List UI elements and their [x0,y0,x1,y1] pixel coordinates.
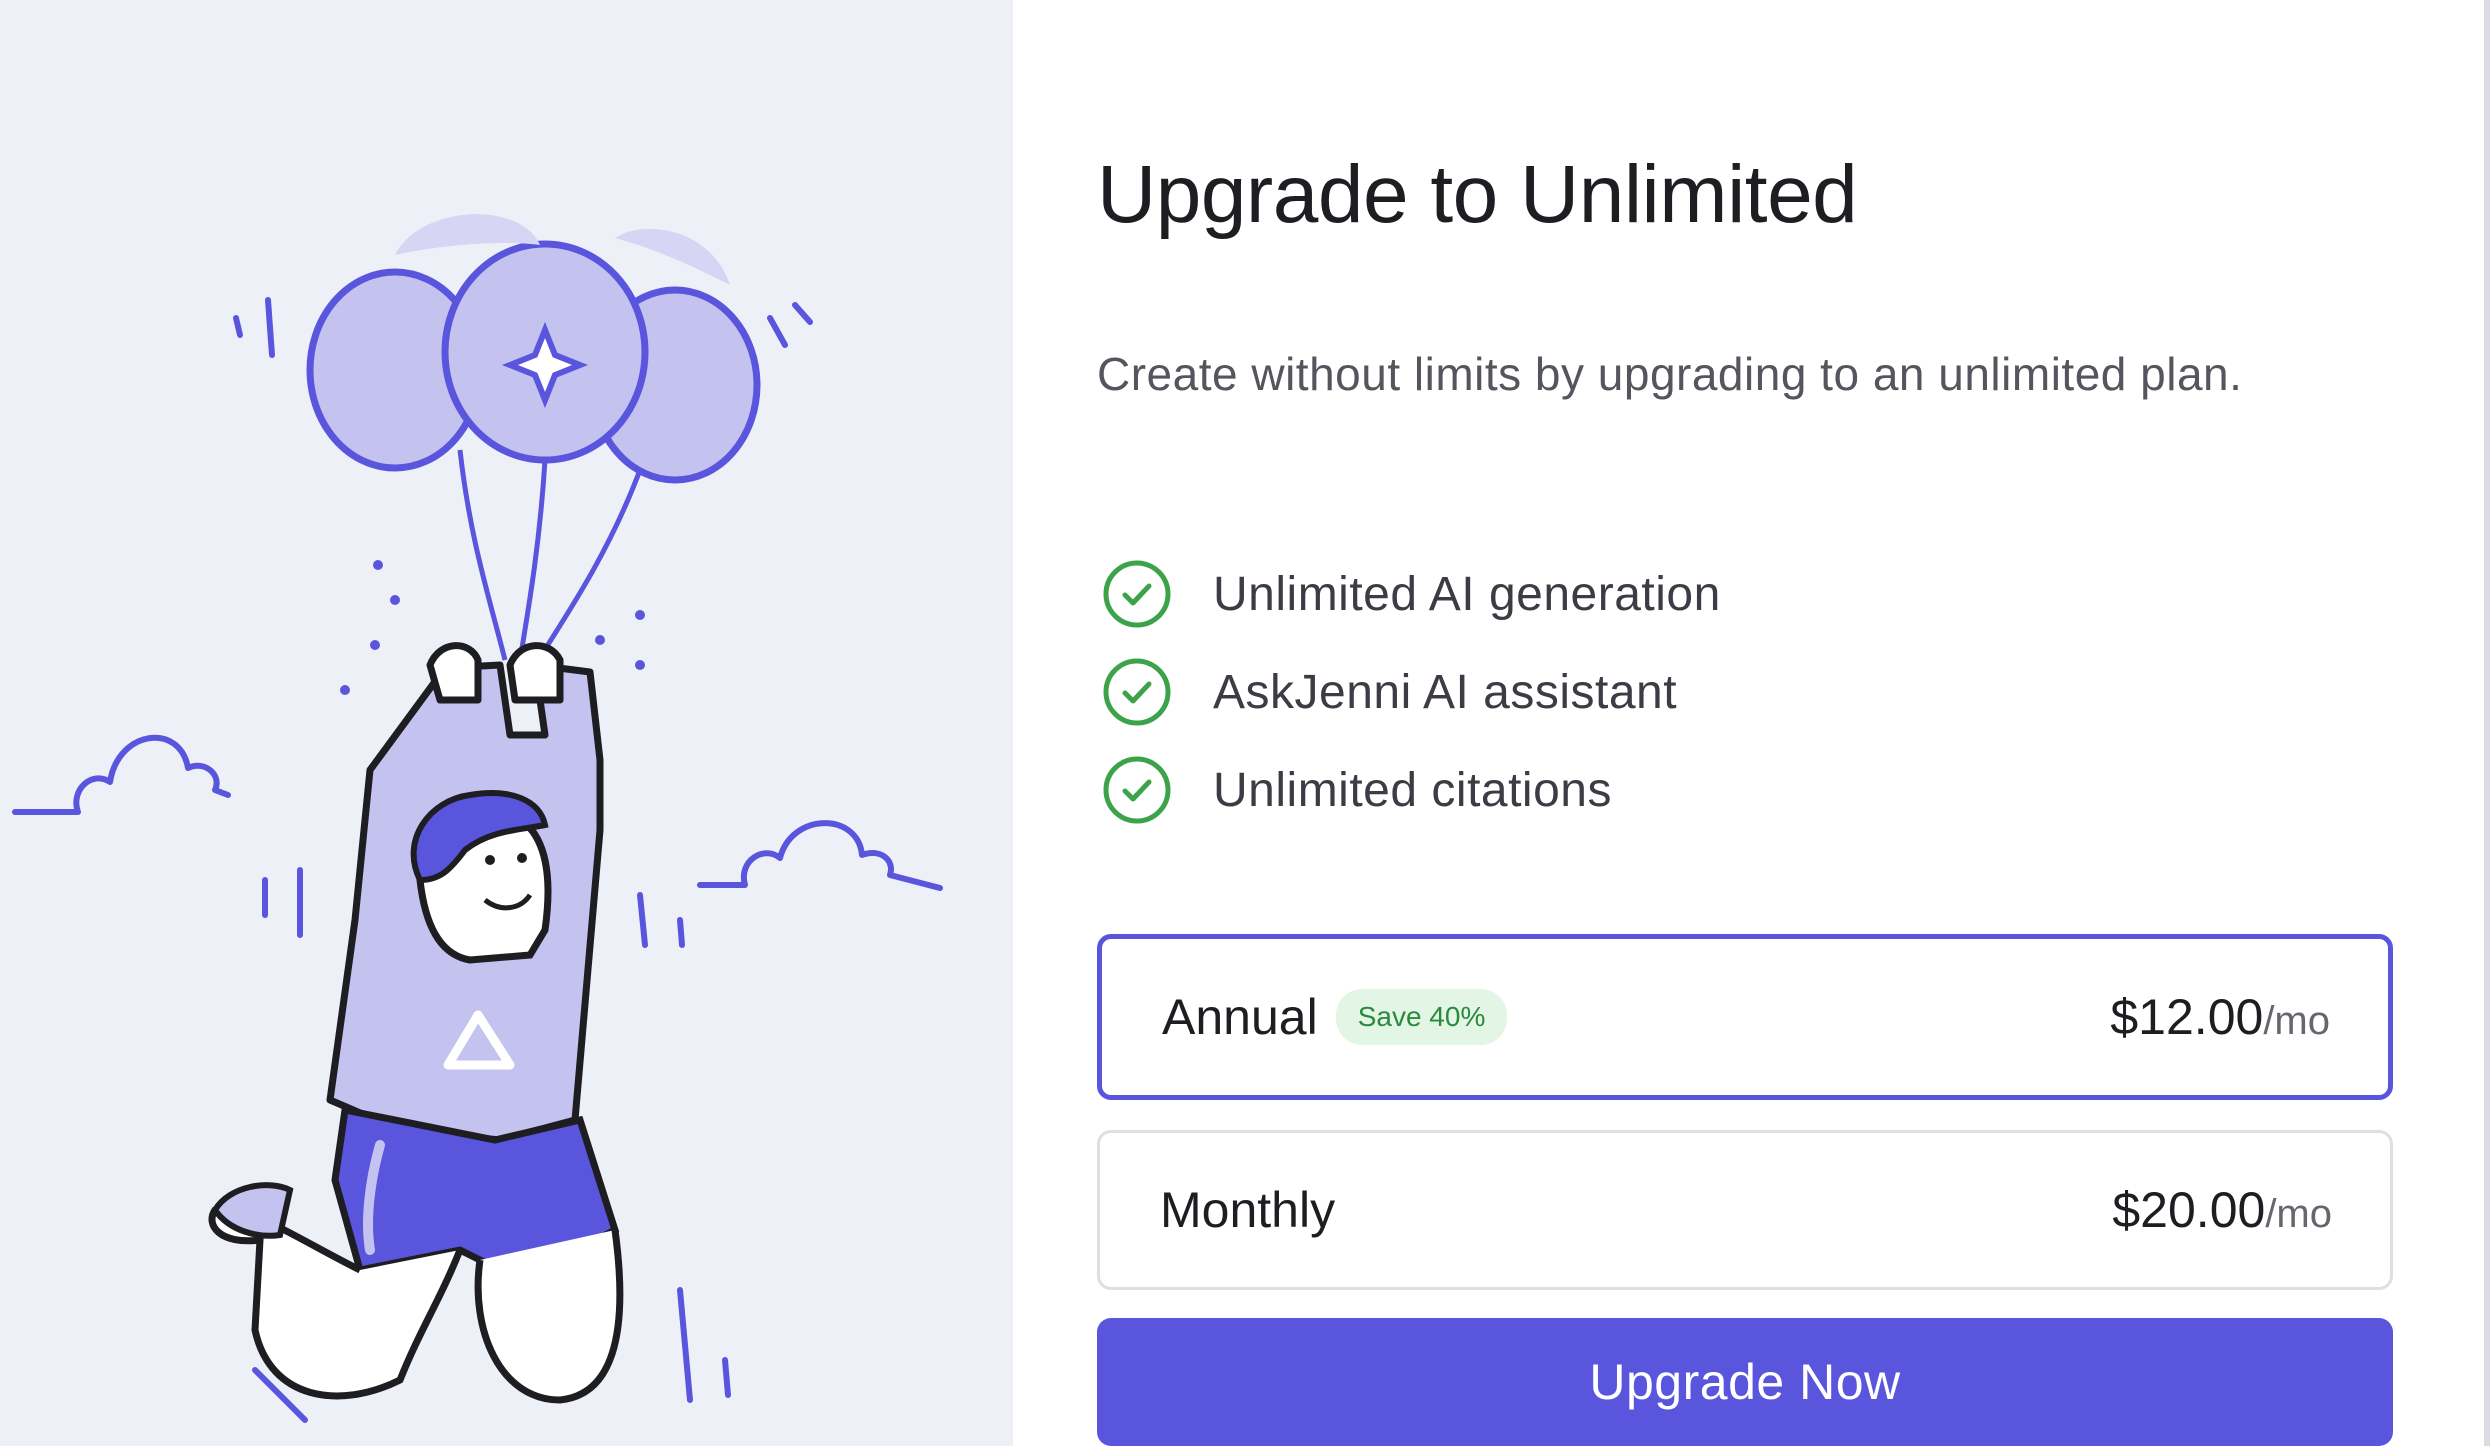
illustration-panel [0,0,1013,1446]
plan-price-group: $12.00/mo [2110,988,2330,1046]
feature-list: Unlimited AI generation AskJenni AI assi… [1101,545,1721,839]
upgrade-now-button[interactable]: Upgrade Now [1097,1318,2393,1446]
feature-item: Unlimited citations [1101,741,1721,839]
plan-price-group: $20.00/mo [2112,1181,2332,1239]
balloon-character-illustration [12,214,943,1423]
check-circle-icon [1101,754,1173,826]
plan-option-annual[interactable]: Annual Save 40% $12.00/mo [1097,934,2393,1100]
plan-price: $20.00 [2112,1182,2266,1238]
window-edge [2484,0,2490,1446]
feature-label: Unlimited citations [1213,763,1612,817]
plan-price: $12.00 [2110,989,2264,1045]
dialog-title: Upgrade to Unlimited [1097,149,1858,240]
feature-label: Unlimited AI generation [1213,567,1721,621]
plan-unit: /mo [2263,999,2330,1043]
plan-unit: /mo [2265,1192,2332,1236]
feature-item: AskJenni AI assistant [1101,643,1721,741]
dialog-description: Create without limits by upgrading to an… [1097,348,2243,400]
plan-name: Annual [1162,989,1318,1045]
plan-option-monthly[interactable]: Monthly $20.00/mo [1097,1130,2393,1290]
feature-label: AskJenni AI assistant [1213,665,1678,719]
check-circle-icon [1101,656,1173,728]
save-badge: Save 40% [1335,989,1508,1045]
check-circle-icon [1101,558,1173,630]
plan-left: Monthly [1160,1181,1335,1239]
plan-left: Annual Save 40% [1162,988,1508,1046]
upgrade-dialog: Upgrade to Unlimited Create without limi… [1013,0,2490,1446]
plan-name: Monthly [1160,1182,1336,1238]
feature-item: Unlimited AI generation [1101,545,1721,643]
